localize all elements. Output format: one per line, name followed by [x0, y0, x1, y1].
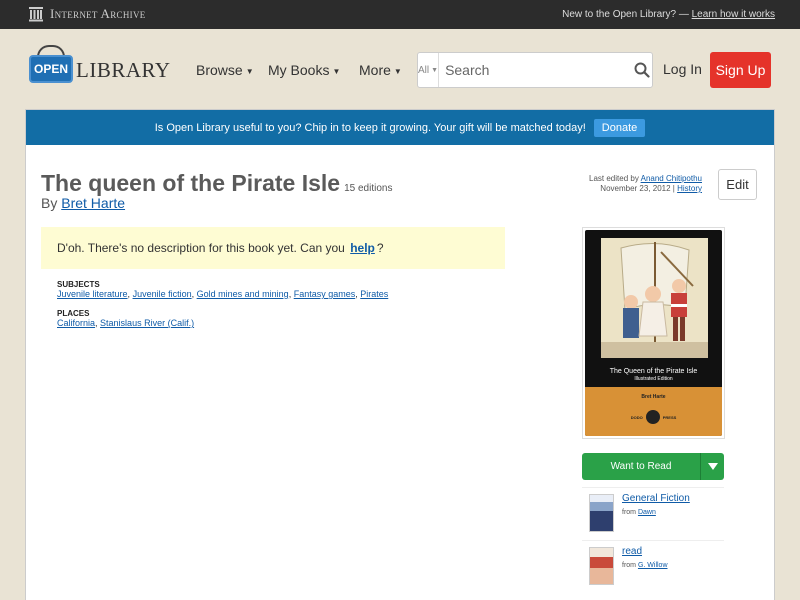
login-link[interactable]: Log In — [663, 61, 702, 77]
search-scope-label: All — [418, 64, 430, 76]
main-panel: Is Open Library useful to you? Chip in t… — [25, 109, 775, 600]
cover-publisher: DODO PRESS — [585, 410, 722, 424]
chevron-down-icon: ▼ — [393, 66, 402, 76]
caret-down-icon — [707, 463, 718, 470]
list-cover-thumbnail — [589, 494, 614, 532]
cover-illustration — [601, 238, 708, 358]
place-link[interactable]: Stanislaus River (Calif.) — [100, 318, 194, 328]
last-edited-user-link[interactable]: Anand Chitipothu — [641, 174, 702, 183]
cover-title-block: The Queen of the Pirate Isle Illustrated… — [585, 368, 722, 382]
press-right-text: PRESS — [662, 414, 677, 420]
list-owner-link[interactable]: G. Willow — [638, 562, 668, 569]
cover-title: The Queen of the Pirate Isle — [609, 368, 698, 375]
donate-message: Is Open Library useful to you? Chip in t… — [154, 121, 586, 134]
edit-button[interactable]: Edit — [718, 169, 757, 200]
book-title: The queen of the Pirate Isle 15 editions — [41, 170, 392, 197]
cover-image: The Queen of the Pirate Isle Illustrated… — [585, 230, 722, 436]
list-owner: from G. Willow — [622, 562, 668, 569]
want-to-read-button[interactable]: Want to Read — [582, 453, 724, 480]
open-library-logo[interactable]: OPEN LIBRARY — [29, 45, 170, 89]
learn-how-it-works-link[interactable]: Learn how it works — [692, 9, 775, 20]
history-link[interactable]: History — [677, 184, 702, 193]
list-from-label: from — [622, 509, 636, 516]
description-suffix: ? — [376, 241, 384, 255]
subject-link[interactable]: Gold mines and mining — [197, 289, 289, 299]
logo-open-sign: OPEN — [29, 55, 73, 83]
subject-link[interactable]: Juvenile literature — [57, 289, 128, 299]
byline: By Bret Harte — [41, 195, 125, 211]
author-link[interactable]: Bret Harte — [61, 195, 125, 211]
search-scope-select[interactable]: All ▼ — [418, 53, 440, 87]
editions-count[interactable]: 15 editions — [344, 183, 392, 194]
cover-author: Bret Harte — [641, 394, 666, 400]
want-to-read-label: Want to Read — [610, 461, 672, 472]
list-cover-thumbnail — [589, 547, 614, 585]
list-item[interactable]: General Fiction from Dawn — [582, 487, 724, 537]
subjects-list: Juvenile literature, Juvenile fiction, G… — [57, 289, 389, 299]
places-list: California, Stanislaus River (Calif.) — [57, 318, 195, 328]
description-box: D'oh. There's no description for this bo… — [41, 227, 505, 269]
list-name-link[interactable]: read — [622, 546, 642, 557]
chevron-down-icon: ▼ — [431, 66, 439, 74]
book-title-text: The queen of the Pirate Isle — [41, 170, 341, 196]
internet-archive-logo[interactable]: Internet Archive — [28, 6, 146, 22]
donate-button[interactable]: Donate — [593, 118, 646, 137]
last-edited-prefix: Last edited by — [589, 174, 639, 183]
pirate-ship-illustration-icon — [601, 238, 708, 358]
donate-banner: Is Open Library useful to you? Chip in t… — [26, 110, 774, 145]
site-header: OPEN LIBRARY Browse ▼ My Books ▼ More ▼ All… — [0, 29, 800, 109]
press-left-text: DODO — [630, 414, 643, 420]
nav-browse-label: Browse — [196, 62, 243, 78]
search-input[interactable] — [439, 53, 633, 87]
logo-library-text: LIBRARY — [76, 58, 171, 82]
nav-browse[interactable]: Browse ▼ — [196, 62, 254, 78]
signup-button[interactable]: Sign Up — [710, 52, 771, 88]
list-owner-link[interactable]: Dawn — [638, 509, 656, 516]
byline-prefix: By — [41, 195, 58, 211]
subject-link[interactable]: Juvenile fiction — [133, 289, 192, 299]
nav-my-books[interactable]: My Books ▼ — [268, 62, 340, 78]
cover-bottom-band: Bret Harte DODO PRESS — [585, 387, 722, 436]
places-heading: PLACES — [57, 309, 90, 318]
search-icon — [634, 62, 650, 78]
help-link[interactable]: help — [350, 241, 375, 255]
list-from-label: from — [622, 562, 636, 569]
description-text: D'oh. There's no description for this bo… — [57, 241, 345, 255]
place-link[interactable]: California — [57, 318, 95, 328]
search-button[interactable] — [632, 53, 652, 87]
new-user-prompt: New to the Open Library? — — [562, 9, 689, 20]
internet-archive-title: Internet Archive — [50, 6, 146, 21]
last-edited-info: Last edited by Anand Chitipothu November… — [589, 174, 702, 194]
want-to-read-dropdown[interactable] — [700, 453, 724, 480]
book-cover[interactable]: The Queen of the Pirate Isle Illustrated… — [582, 227, 725, 439]
chevron-down-icon: ▼ — [245, 66, 254, 76]
subject-link[interactable]: Pirates — [360, 289, 388, 299]
subjects-heading: SUBJECTS — [57, 280, 100, 289]
archive-building-icon — [29, 7, 43, 22]
list-name-link[interactable]: General Fiction — [622, 493, 690, 504]
subject-link[interactable]: Fantasy games — [294, 289, 356, 299]
nav-more[interactable]: More ▼ — [359, 62, 402, 78]
list-item[interactable]: read from G. Willow — [582, 540, 724, 590]
internet-archive-bar: Internet Archive New to the Open Library… — [0, 0, 800, 29]
list-owner: from Dawn — [622, 509, 656, 516]
last-edited-date: November 23, 2012 | — [600, 184, 675, 193]
cover-subtitle: Illustrated Edition — [634, 376, 673, 382]
search-bar: All ▼ — [417, 52, 653, 88]
dodo-bird-icon — [645, 410, 660, 424]
nav-my-books-label: My Books — [268, 62, 330, 78]
chevron-down-icon: ▼ — [332, 66, 341, 76]
nav-more-label: More — [359, 62, 391, 78]
ia-bar-prompt: New to the Open Library? — Learn how it … — [562, 9, 775, 20]
